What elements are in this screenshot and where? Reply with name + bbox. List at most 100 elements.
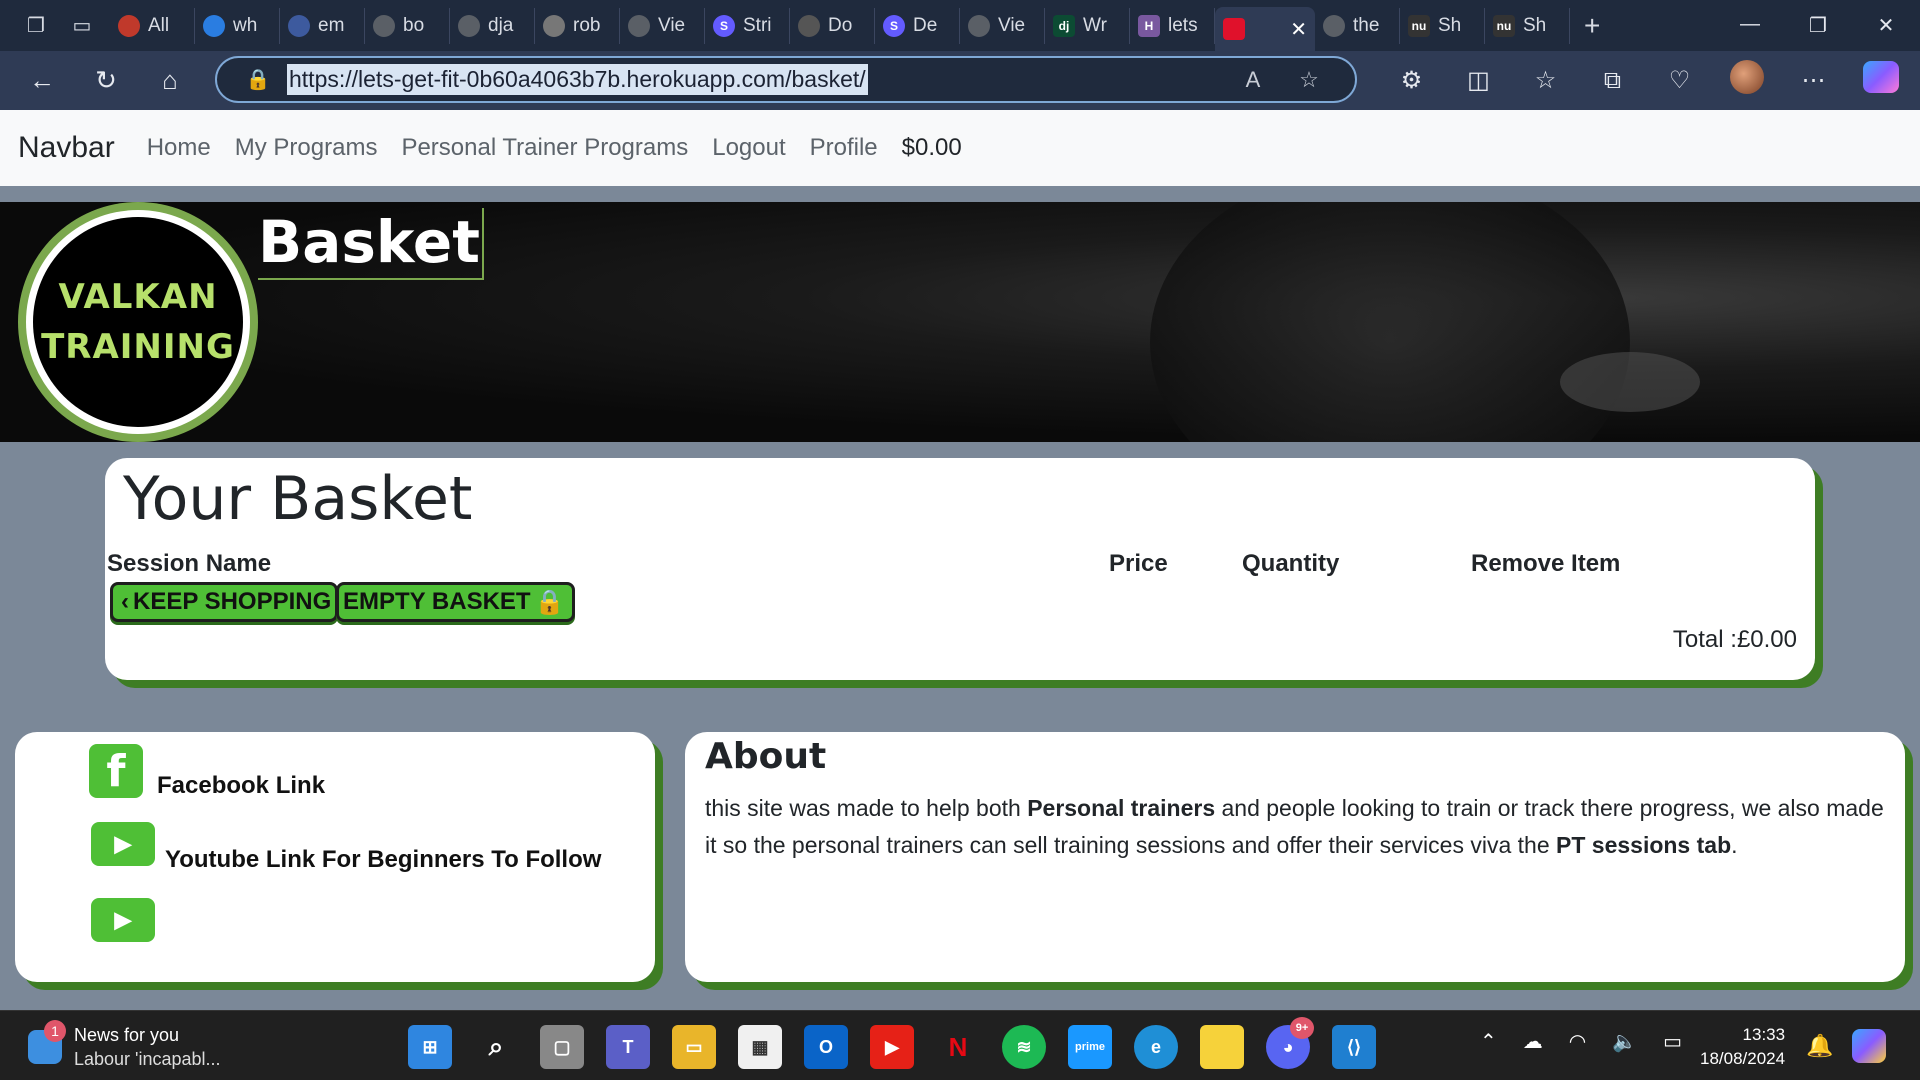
hero-background-highlight [1560, 352, 1700, 412]
nav-link-my-programs[interactable]: My Programs [235, 134, 378, 162]
tab-label: All [148, 14, 170, 36]
logo-ring: VALKAN TRAINING [26, 210, 250, 434]
facebook-icon[interactable]: f [89, 744, 143, 798]
close-tab-icon[interactable]: ✕ [1290, 17, 1307, 42]
favorite-star-icon[interactable]: ☆ [1281, 67, 1337, 93]
browser-tab[interactable]: Do [790, 7, 875, 44]
browser-tab[interactable]: the [1315, 7, 1400, 44]
browser-tab[interactable]: All [110, 7, 195, 44]
youtube-link[interactable]: Youtube Link For Beginners To Follow [165, 846, 601, 874]
nav-link-home[interactable]: Home [147, 134, 211, 162]
notification-bell-icon[interactable]: 🔔 [1806, 1033, 1833, 1059]
youtube-icon[interactable]: ▶ [91, 898, 155, 942]
browser-essentials-icon[interactable]: ♡ [1646, 66, 1713, 95]
tab-favicon-icon [118, 14, 140, 37]
browser-tab[interactable]: S De [875, 7, 960, 44]
favorites-icon[interactable]: ☆ [1512, 66, 1579, 95]
refresh-icon[interactable]: ↻ [78, 65, 134, 96]
profile-avatar[interactable] [1713, 60, 1780, 101]
nav-link-logout[interactable]: Logout [712, 134, 785, 162]
edge-icon[interactable]: e [1134, 1025, 1178, 1069]
empty-basket-button[interactable]: EMPTY BASKET 🔒 [336, 582, 576, 622]
tab-favicon-icon: nu [1493, 14, 1515, 37]
browser-tab[interactable]: Vie [620, 7, 705, 44]
nav-basket-total[interactable]: $0.00 [902, 134, 962, 162]
browser-tab[interactable]: Hlets [1130, 7, 1215, 44]
navbar-brand[interactable]: Navbar [18, 131, 115, 165]
back-arrow-icon[interactable]: ← [14, 65, 70, 96]
facebook-link[interactable]: Facebook Link [157, 772, 325, 800]
nav-link-profile[interactable]: Profile [810, 134, 878, 162]
new-tab-icon[interactable]: + [1584, 10, 1600, 42]
microsoft-store-icon[interactable]: ▦ [738, 1025, 782, 1069]
browser-tab[interactable]: dja [450, 7, 535, 44]
youtube-icon[interactable]: ▶ [91, 822, 155, 866]
vscode-icon[interactable]: ⟨⟩ [1332, 1025, 1376, 1069]
lock-icon[interactable]: 🔒 [243, 65, 273, 95]
browser-tab[interactable]: bo [365, 7, 450, 44]
workspaces-icon[interactable]: ❐ [16, 6, 56, 46]
browser-tab[interactable]: rob [535, 7, 620, 44]
about-card: About this site was made to help both Pe… [685, 732, 1905, 982]
system-clock[interactable]: 13:33 18/08/2024 [1700, 1023, 1785, 1071]
tab-label: Vie [998, 14, 1026, 36]
browser-tab[interactable]: dj Wr [1045, 7, 1130, 44]
more-options-icon[interactable]: ⋯ [1780, 66, 1847, 95]
sticky-notes-icon[interactable] [1200, 1025, 1244, 1069]
valkan-training-logo[interactable]: VALKAN TRAINING [18, 202, 258, 442]
nav-link-personal-trainer-programs[interactable]: Personal Trainer Programs [401, 134, 688, 162]
url-text[interactable]: https://lets-get-fit-0b60a4063b7b.heroku… [287, 64, 868, 95]
restore-icon[interactable]: ❐ [1784, 13, 1852, 38]
browser-tab[interactable]: wh [195, 7, 280, 44]
stripe-icon: S [883, 14, 905, 37]
discord-icon[interactable]: ◕ 9+ [1266, 1017, 1314, 1069]
browser-tab-active[interactable]: ✕ [1215, 7, 1315, 51]
keep-shopping-button[interactable]: ‹ KEEP SHOPPING [110, 582, 339, 622]
home-icon[interactable]: ⌂ [142, 65, 198, 96]
news-widget[interactable]: 1 News for you Labour 'incapabl... [28, 1020, 221, 1071]
file-explorer-icon[interactable]: ▭ [672, 1025, 716, 1069]
search-icon[interactable]: ⌕ [474, 1025, 518, 1069]
lock-icon: 🔒 [534, 588, 565, 616]
read-aloud-icon[interactable]: A [1225, 67, 1281, 93]
github-icon [1323, 14, 1345, 37]
netflix-icon[interactable]: N [936, 1025, 980, 1069]
task-view-icon[interactable]: ▢ [540, 1025, 584, 1069]
browser-tab[interactable]: em [280, 7, 365, 44]
close-window-icon[interactable]: ✕ [1852, 13, 1920, 38]
spotify-icon[interactable]: ≋ [1002, 1025, 1046, 1069]
clock-time: 13:33 [1742, 1025, 1786, 1044]
browser-tab[interactable]: nu Sh [1400, 7, 1485, 44]
start-icon[interactable]: ⊞ [408, 1025, 452, 1069]
address-bar[interactable]: 🔒 https://lets-get-fit-0b60a4063b7b.hero… [215, 56, 1357, 103]
youtube-app-icon[interactable]: ▶ [870, 1025, 914, 1069]
clock-date: 18/08/2024 [1700, 1049, 1786, 1068]
chevron-up-icon[interactable]: ⌃ [1480, 1029, 1497, 1054]
teams-icon[interactable]: T [606, 1025, 650, 1069]
copilot-taskbar-icon[interactable] [1852, 1029, 1886, 1063]
wifi-icon[interactable]: ◠ [1569, 1029, 1586, 1054]
extensions-icon[interactable]: ⚙ [1378, 66, 1445, 95]
site-navbar: Navbar Home My Programs Personal Trainer… [0, 110, 1920, 194]
tab-favicon-icon: nu [1408, 14, 1430, 37]
volume-icon[interactable]: 🔈 [1612, 1029, 1637, 1054]
about-bold-personal-trainers: Personal trainers [1027, 795, 1216, 821]
taskbar-apps: ⊞ ⌕ ▢ T ▭ ▦ O ▶ N ≋ prime e ◕ 9+ ⟨⟩ [408, 1017, 1398, 1069]
browser-tab[interactable]: Vie [960, 7, 1045, 44]
collections-icon[interactable]: ⧉ [1579, 67, 1646, 95]
onedrive-icon[interactable]: ☁ [1523, 1029, 1543, 1054]
tab-favicon-icon [288, 14, 310, 37]
tab-label: bo [403, 14, 425, 36]
tab-actions-icon[interactable]: ▭ [62, 6, 102, 46]
browser-tab[interactable]: S Stri [705, 7, 790, 44]
copilot-icon[interactable] [1847, 61, 1914, 100]
windows-taskbar: 1 News for you Labour 'incapabl... ⊞ ⌕ ▢… [0, 1010, 1920, 1080]
basket-total: Total :£0.00 [1672, 626, 1797, 653]
prime-video-icon[interactable]: prime [1068, 1025, 1112, 1069]
outlook-icon[interactable]: O [804, 1025, 848, 1069]
browser-tab[interactable]: nu Sh [1485, 7, 1570, 44]
battery-icon[interactable]: ▭ [1663, 1029, 1682, 1054]
split-screen-icon[interactable]: ◫ [1445, 66, 1512, 95]
column-header-session-name: Session Name [107, 550, 272, 577]
minimize-icon[interactable]: — [1716, 13, 1784, 38]
